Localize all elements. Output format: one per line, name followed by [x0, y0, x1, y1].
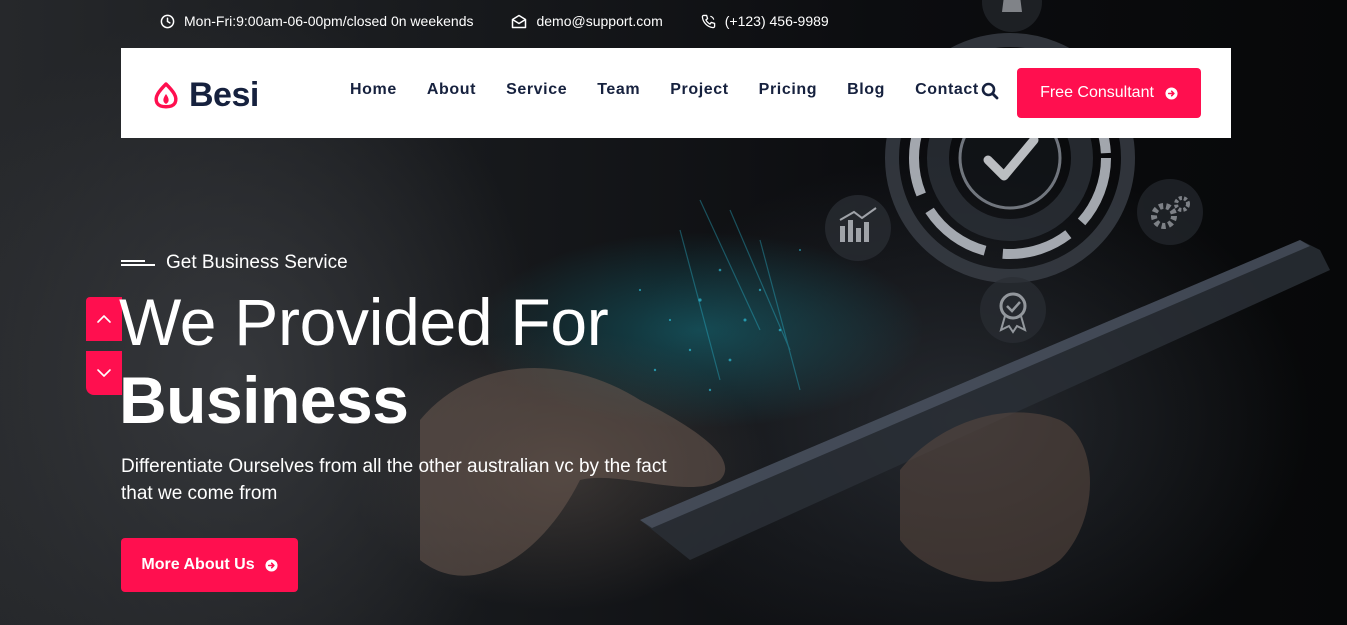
eyebrow-text: Get Business Service — [166, 252, 348, 273]
logo-text: Besi — [189, 76, 259, 114]
more-about-us-label: More About Us — [141, 556, 255, 573]
slider-prev-button[interactable] — [86, 297, 122, 341]
hero-eyebrow: Get Business Service — [121, 252, 348, 274]
hours-text: Mon-Fri:9:00am-06-00pm/closed 0n weekend… — [184, 13, 474, 29]
search-icon — [981, 82, 999, 100]
email-info[interactable]: demo@support.com — [511, 13, 663, 29]
email-text[interactable]: demo@support.com — [536, 13, 662, 29]
hours-info: Mon-Fri:9:00am-06-00pm/closed 0n weekend… — [160, 13, 473, 29]
search-button[interactable] — [981, 82, 1001, 102]
logo[interactable]: Besi — [151, 76, 259, 115]
nav-item-blog[interactable]: Blog — [847, 81, 885, 99]
nav-item-project[interactable]: Project — [670, 81, 728, 99]
main-nav: Home About Service Team Project Pricing … — [350, 81, 979, 99]
eyebrow-lines — [121, 259, 155, 267]
phone-icon — [701, 14, 716, 28]
top-info-bar: Mon-Fri:9:00am-06-00pm/closed 0n weekend… — [160, 0, 829, 42]
phone-info[interactable]: (+123) 456-9989 — [701, 13, 829, 29]
hero-headline-line2: Business — [119, 363, 409, 437]
chevron-down-icon — [97, 369, 111, 377]
site-header: Besi Home About Service Team Project Pri… — [121, 48, 1231, 138]
slider-next-button[interactable] — [86, 351, 122, 395]
envelope-icon — [512, 14, 527, 28]
hero-headline-line1: We Provided For — [119, 285, 609, 359]
clock-icon — [160, 14, 175, 28]
logo-mark-icon — [154, 81, 178, 108]
phone-text[interactable]: (+123) 456-9989 — [725, 13, 829, 29]
nav-item-contact[interactable]: Contact — [915, 81, 979, 99]
nav-item-service[interactable]: Service — [506, 81, 567, 99]
more-about-us-button[interactable]: More About Us — [121, 538, 298, 592]
arrow-circle-right-icon — [265, 558, 278, 572]
hero-description: Differentiate Ourselves from all the oth… — [121, 456, 667, 504]
free-consultant-label: Free Consultant — [1040, 84, 1154, 101]
nav-item-team[interactable]: Team — [597, 81, 640, 99]
arrow-circle-right-icon — [1165, 86, 1178, 100]
nav-item-pricing[interactable]: Pricing — [759, 81, 817, 99]
chevron-up-icon — [97, 315, 111, 323]
nav-item-home[interactable]: Home — [350, 81, 397, 99]
nav-item-about[interactable]: About — [427, 81, 476, 99]
free-consultant-button[interactable]: Free Consultant — [1017, 68, 1201, 118]
